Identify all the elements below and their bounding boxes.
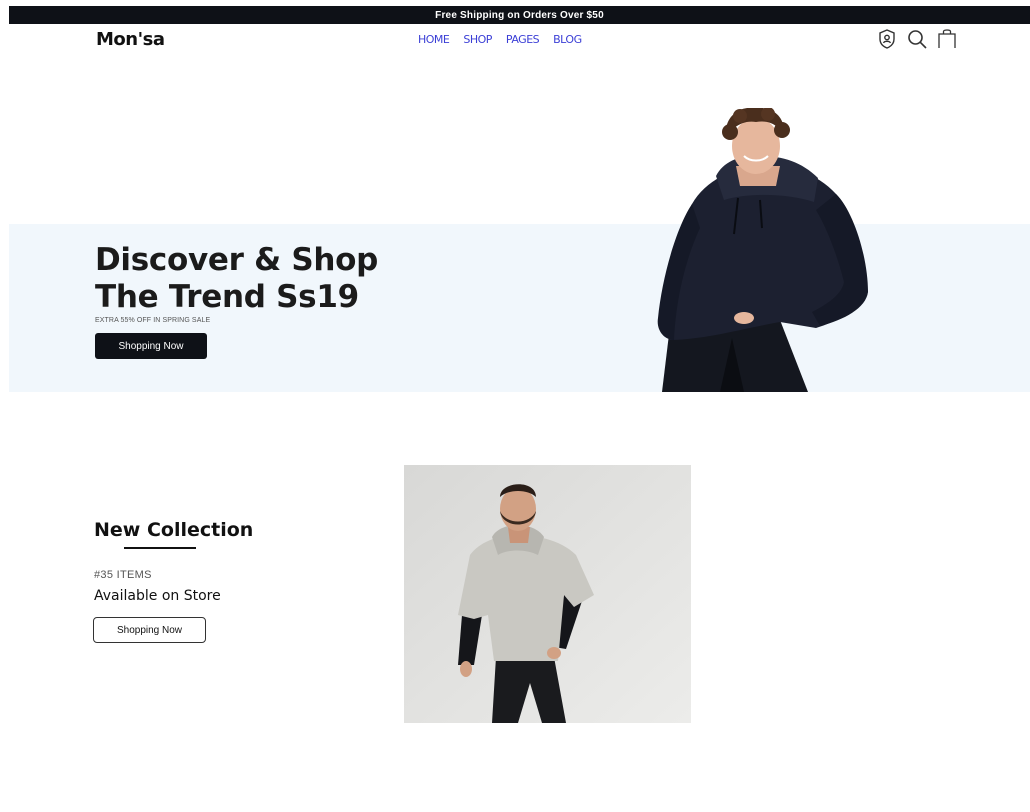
collection-count: #35 ITEMS — [94, 569, 152, 581]
nav-home[interactable]: HOME — [418, 33, 450, 46]
hero-title: Discover & Shop The Trend Ss19 — [95, 242, 455, 316]
hero-subtitle: EXTRA 55% OFF IN SPRING SALE — [95, 317, 211, 324]
account-shield-icon[interactable] — [876, 28, 898, 50]
nav-blog[interactable]: BLOG — [553, 33, 582, 46]
collection-title: New Collection — [94, 519, 254, 541]
hero-title-line1: Discover & Shop — [95, 242, 379, 278]
search-icon[interactable] — [906, 28, 928, 50]
hero-model-image — [657, 108, 868, 392]
nav-shop[interactable]: SHOP — [463, 33, 492, 46]
promo-text: Free Shipping on Orders Over $50 — [435, 9, 604, 21]
header-icons — [876, 28, 958, 50]
nav-pages[interactable]: PAGES — [506, 33, 540, 46]
site-logo[interactable]: Mon'sa — [96, 29, 165, 50]
site-header: Mon'sa HOME SHOP PAGES BLOG — [0, 24, 1030, 58]
hero-shop-button[interactable]: Shopping Now — [95, 333, 207, 359]
hero-title-line2: The Trend Ss19 — [95, 279, 359, 315]
main-nav: HOME SHOP PAGES BLOG — [418, 33, 582, 46]
collection-title-underline — [124, 547, 196, 549]
collection-model-image[interactable] — [404, 465, 691, 723]
promo-bar: Free Shipping on Orders Over $50 — [9, 6, 1030, 24]
shopping-bag-icon[interactable] — [936, 28, 958, 50]
collection-shop-button[interactable]: Shopping Now — [93, 617, 206, 643]
collection-availability: Available on Store — [94, 588, 221, 604]
